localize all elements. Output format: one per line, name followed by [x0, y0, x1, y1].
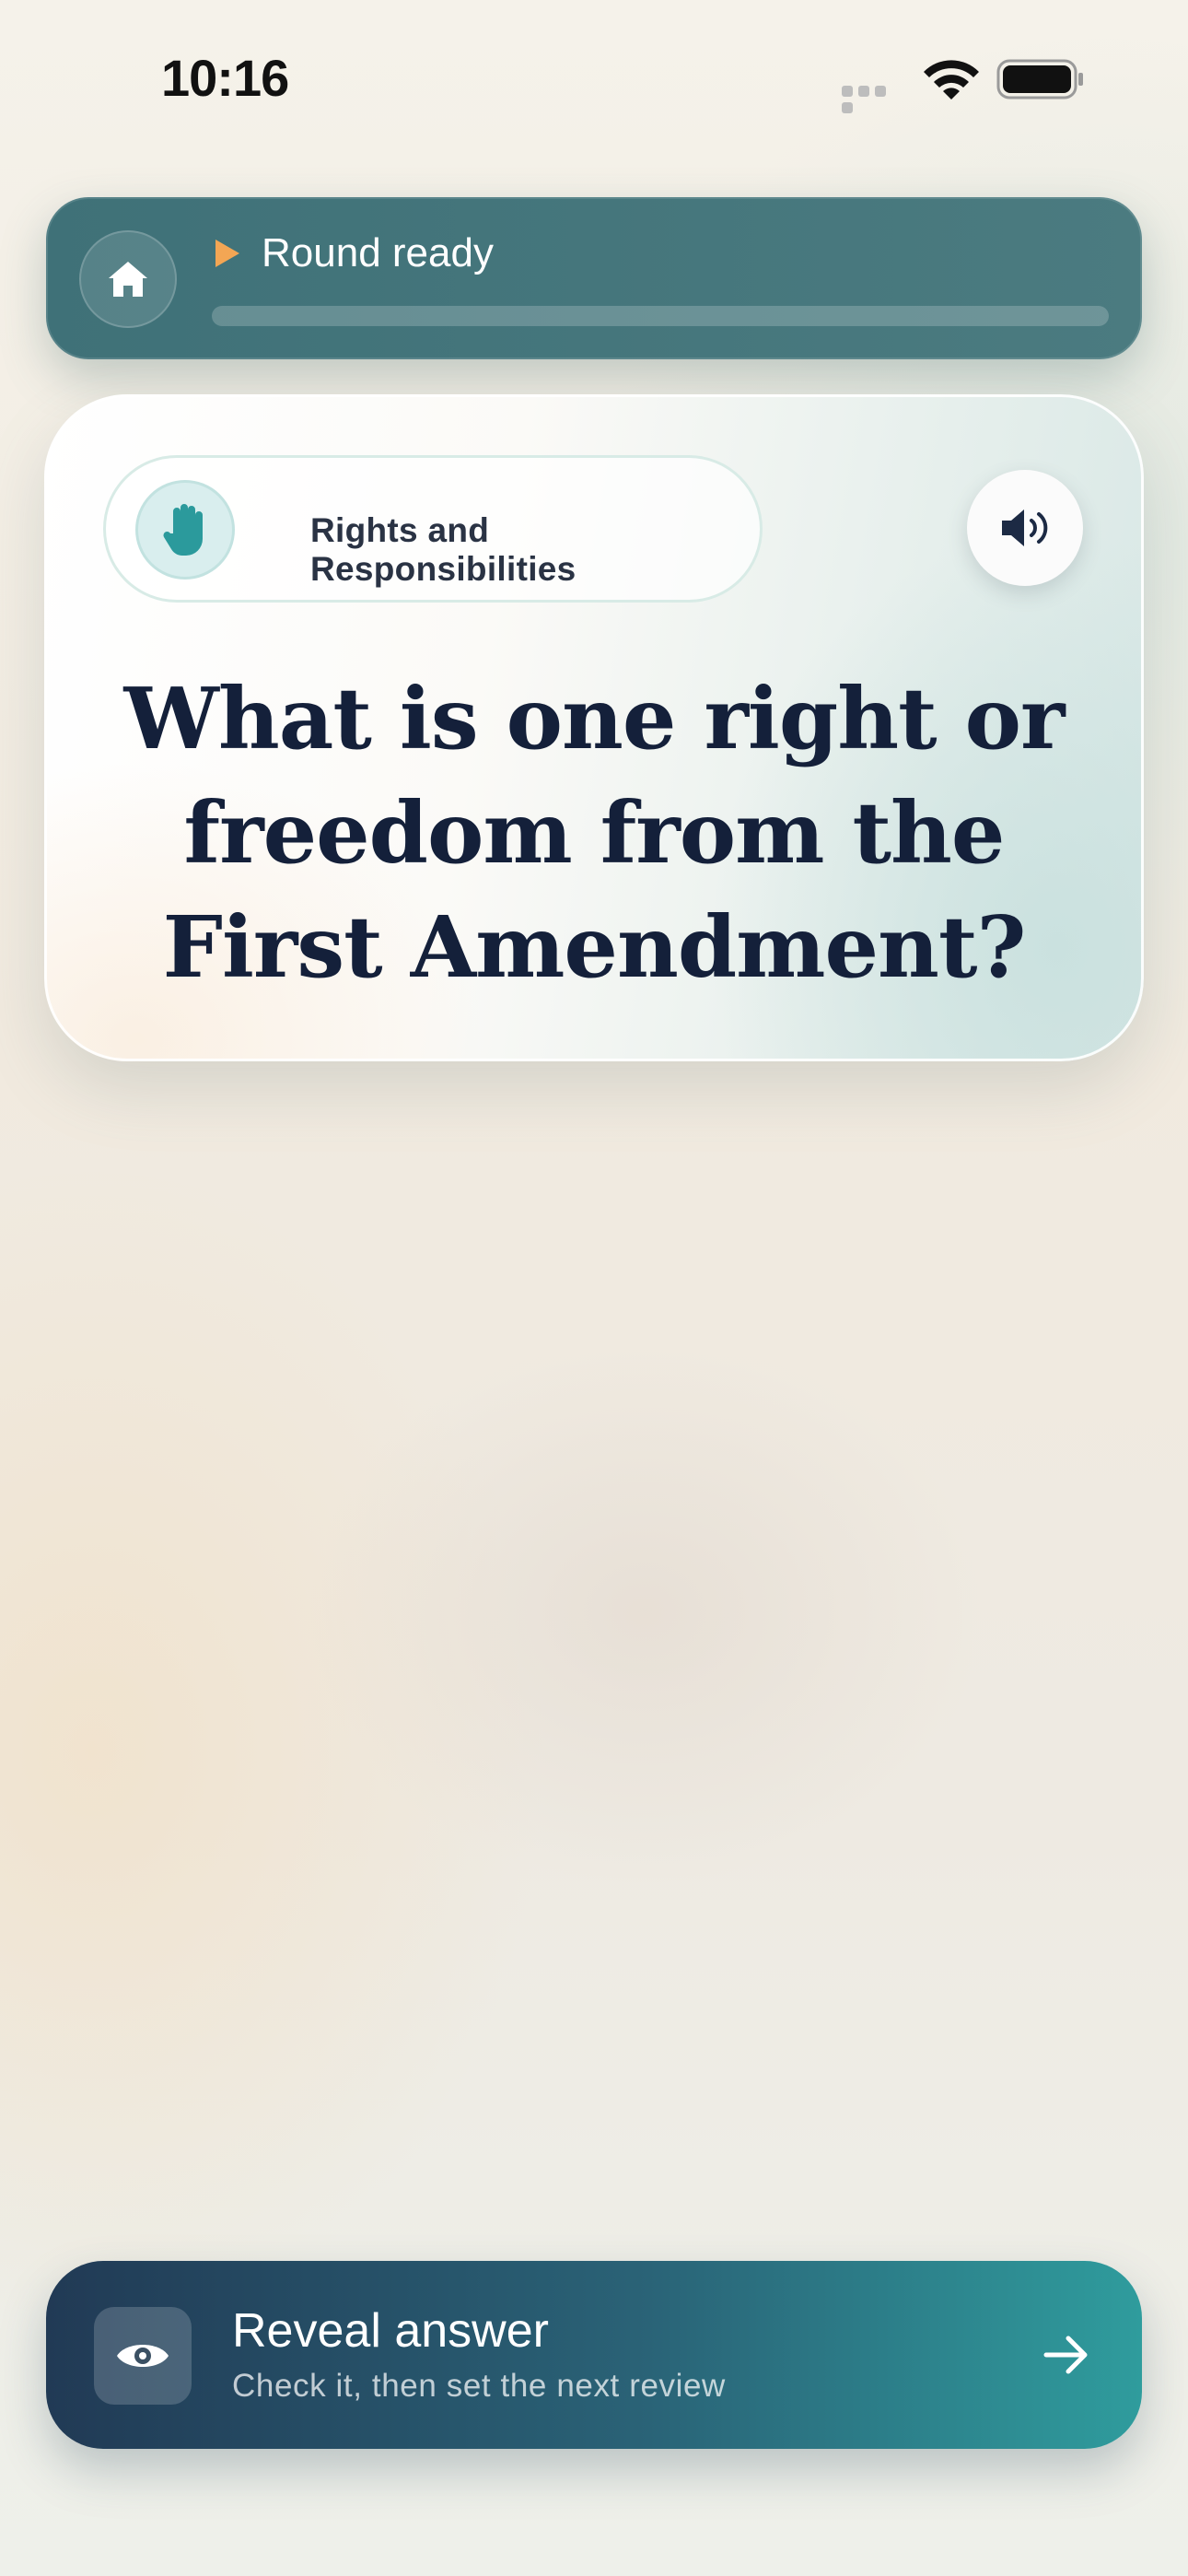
category-label: Rights and Responsibilities	[310, 511, 577, 588]
play-icon	[215, 240, 239, 267]
eye-icon-container	[94, 2307, 192, 2405]
category-icon-container	[135, 480, 235, 580]
question-card: Rights and Responsibilities What is one …	[44, 394, 1144, 1061]
category-badge: Rights and Responsibilities	[103, 455, 763, 603]
eye-icon	[117, 2345, 169, 2367]
home-icon	[109, 262, 147, 297]
home-button[interactable]	[79, 230, 177, 328]
speaker-icon	[1002, 509, 1048, 546]
cellular-signal-icon	[842, 85, 906, 113]
arrow-right-icon	[1043, 2336, 1088, 2374]
raised-hand-icon	[163, 504, 203, 556]
reveal-answer-subtitle: Check it, then set the next review	[232, 2368, 726, 2404]
play-audio-button[interactable]	[967, 470, 1083, 586]
battery-icon	[996, 59, 1083, 100]
wifi-icon	[924, 60, 979, 100]
status-time: 10:16	[161, 49, 289, 107]
reveal-answer-title: Reveal answer	[232, 2304, 549, 2358]
round-status-title: Round ready	[262, 230, 494, 275]
status-bar: 10:16	[0, 0, 1188, 157]
reveal-answer-button[interactable]: Reveal answer Check it, then set the nex…	[46, 2261, 1142, 2449]
round-status-card: Round ready	[46, 197, 1142, 359]
round-progress-bar	[212, 306, 1109, 326]
question-text: What is one right or freedom from the Fi…	[123, 669, 1066, 997]
